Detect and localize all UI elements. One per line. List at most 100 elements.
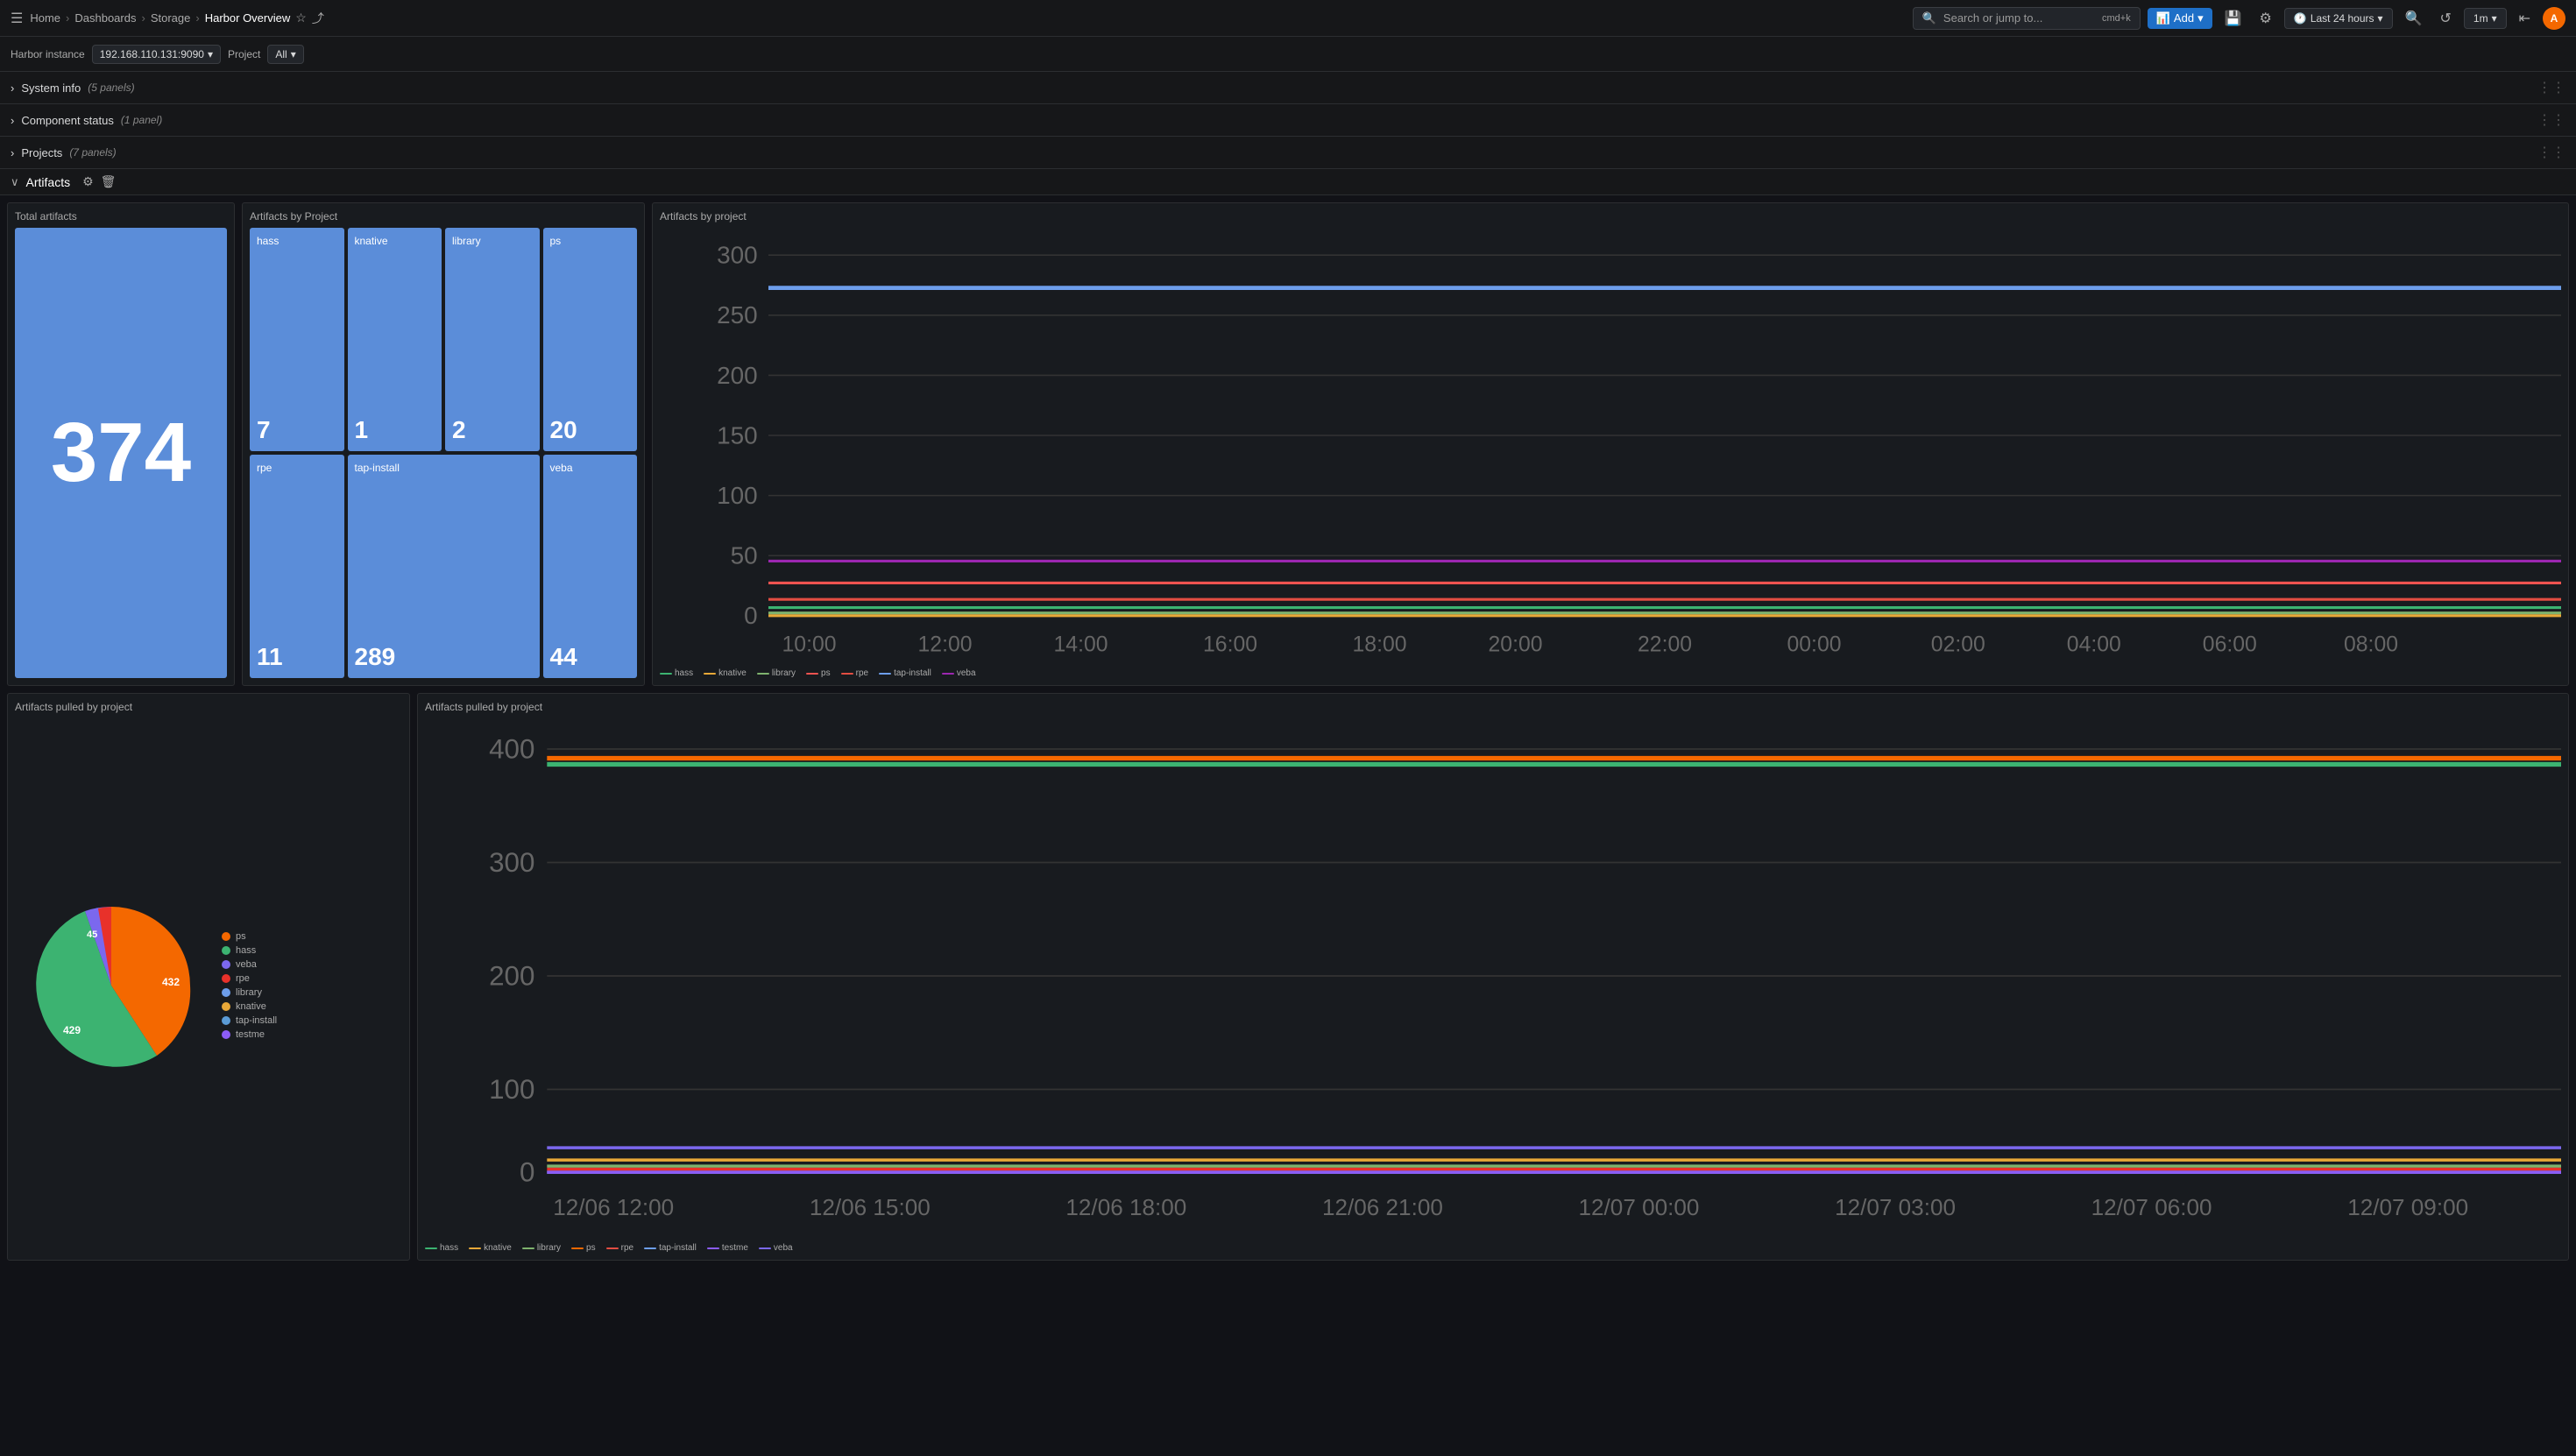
svg-text:250: 250 bbox=[717, 301, 758, 329]
section-system-info[interactable]: › System info (5 panels) ⋮⋮ bbox=[0, 72, 2576, 104]
legend-pulled-label-testme: testme bbox=[722, 1243, 748, 1253]
svg-text:20:00: 20:00 bbox=[1489, 632, 1543, 656]
time-range-button[interactable]: 🕐 Last 24 hours ▾ bbox=[2284, 8, 2393, 29]
legend-pulled-dot-ps bbox=[571, 1247, 584, 1249]
legend-dot-tap-install bbox=[879, 673, 891, 675]
svg-text:00:00: 00:00 bbox=[1787, 632, 1842, 656]
svg-text:0: 0 bbox=[520, 1156, 534, 1187]
pie-legend-rpe: rpe bbox=[222, 973, 277, 984]
legend-label-library: library bbox=[772, 668, 796, 678]
pie-legend-testme: testme bbox=[222, 1029, 277, 1040]
refresh-interval-button[interactable]: 1m ▾ bbox=[2464, 8, 2507, 29]
svg-text:22:00: 22:00 bbox=[1638, 632, 1692, 656]
breadcrumb-home[interactable]: Home bbox=[30, 11, 60, 25]
pulled-chart-legend: hass knative library ps rpe bbox=[425, 1243, 2561, 1253]
svg-text:10:00: 10:00 bbox=[782, 632, 837, 656]
project-select[interactable]: All ▾ bbox=[267, 45, 303, 64]
section-projects-meta: (7 panels) bbox=[69, 146, 116, 159]
pie-legend-tap-install: tap-install bbox=[222, 1015, 277, 1026]
pie-legend-library: library bbox=[222, 987, 277, 998]
section-projects-title: Projects bbox=[21, 146, 62, 159]
legend-tap-install: tap-install bbox=[879, 668, 931, 678]
total-artifacts-title: Total artifacts bbox=[15, 210, 227, 223]
svg-text:04:00: 04:00 bbox=[2067, 632, 2121, 656]
pie-legend-knative: knative bbox=[222, 1001, 277, 1012]
svg-text:12/07 00:00: 12/07 00:00 bbox=[1579, 1194, 1700, 1220]
legend-pulled-label-rpe: rpe bbox=[621, 1243, 633, 1253]
svg-text:12/06 18:00: 12/06 18:00 bbox=[1065, 1194, 1186, 1220]
proj-count-ps: 20 bbox=[550, 417, 631, 444]
pie-legend: ps hass veba rpe bbox=[222, 931, 277, 1040]
drag-handle-icon-3: ⋮⋮ bbox=[2537, 144, 2565, 161]
legend-pulled-dot-library bbox=[522, 1247, 534, 1249]
pie-dot-testme bbox=[222, 1030, 230, 1039]
pulled-chart-svg: 400 300 200 100 0 12/06 12:00 12/06 15:0… bbox=[425, 718, 2561, 1240]
svg-text:300: 300 bbox=[717, 241, 758, 268]
svg-text:12/07 09:00: 12/07 09:00 bbox=[2347, 1194, 2468, 1220]
time-range-label: Last 24 hours bbox=[2311, 12, 2374, 25]
proj-count-library: 2 bbox=[452, 417, 533, 444]
legend-pulled-label-ps: ps bbox=[586, 1243, 596, 1253]
proj-name-rpe: rpe bbox=[257, 462, 337, 474]
legend-pulled-hass: hass bbox=[425, 1243, 458, 1253]
artifacts-chart-legend: hass knative library ps rpe bbox=[660, 668, 2561, 678]
add-button[interactable]: 📊 Add ▾ bbox=[2148, 8, 2212, 29]
artifacts-section-header: ∨ Artifacts ⚙ 🗑 bbox=[0, 169, 2576, 195]
legend-label-veba: veba bbox=[957, 668, 976, 678]
pie-label-rpe: rpe bbox=[236, 973, 250, 984]
svg-text:12/07 06:00: 12/07 06:00 bbox=[2091, 1194, 2212, 1220]
harbor-instance-label: Harbor instance bbox=[11, 48, 85, 60]
section-projects[interactable]: › Projects (7 panels) ⋮⋮ bbox=[0, 137, 2576, 169]
project-tile-library: library 2 bbox=[445, 228, 540, 451]
clock-icon: 🕐 bbox=[2294, 12, 2307, 25]
save-button[interactable]: 💾 bbox=[2219, 6, 2247, 31]
settings-icon[interactable]: ⚙ bbox=[2254, 6, 2277, 31]
share-icon[interactable]: ⤴ bbox=[312, 10, 324, 27]
legend-pulled-testme: testme bbox=[707, 1243, 748, 1253]
legend-label-hass: hass bbox=[675, 668, 693, 678]
legend-pulled-veba: veba bbox=[759, 1243, 793, 1253]
svg-text:12/06 21:00: 12/06 21:00 bbox=[1322, 1194, 1443, 1220]
legend-pulled-label-veba: veba bbox=[774, 1243, 793, 1253]
pie-dot-veba bbox=[222, 960, 230, 969]
artifacts-collapse-icon[interactable]: ∨ bbox=[11, 175, 19, 189]
artifacts-delete-icon[interactable]: 🗑 bbox=[101, 174, 117, 189]
collapse-sidebar-icon[interactable]: ⇤ bbox=[2514, 6, 2536, 31]
refresh-icon[interactable]: ↺ bbox=[2434, 6, 2456, 31]
svg-text:02:00: 02:00 bbox=[1931, 632, 1985, 656]
harbor-value: 192.168.110.131:9090 bbox=[100, 48, 204, 60]
project-tile-knative: knative 1 bbox=[348, 228, 442, 451]
avatar[interactable]: A bbox=[2543, 7, 2565, 30]
artifacts-settings-icon[interactable]: ⚙ bbox=[82, 174, 94, 189]
svg-text:100: 100 bbox=[717, 482, 758, 509]
legend-rpe: rpe bbox=[841, 668, 868, 678]
section-system-info-title: System info bbox=[21, 81, 81, 95]
search-bar[interactable]: 🔍 Search or jump to... cmd+k bbox=[1913, 7, 2141, 30]
svg-text:0: 0 bbox=[744, 602, 758, 629]
breadcrumb-storage[interactable]: Storage bbox=[151, 11, 191, 25]
favorite-icon[interactable]: ☆ bbox=[295, 11, 307, 25]
section-collapse-icon: › bbox=[11, 81, 14, 95]
artifacts-by-project-chart-area: 300 250 200 150 100 50 0 10:00 12:00 14:… bbox=[660, 228, 2561, 665]
svg-text:429: 429 bbox=[63, 1024, 81, 1036]
pie-label-knative: knative bbox=[236, 1001, 266, 1012]
pie-svg: 432 429 45 bbox=[15, 898, 208, 1073]
search-shortcut: cmd+k bbox=[2102, 13, 2131, 24]
legend-pulled-tap-install: tap-install bbox=[644, 1243, 697, 1253]
legend-pulled-dot-veba bbox=[759, 1247, 771, 1249]
breadcrumb: Home › Dashboards › Storage › Harbor Ove… bbox=[30, 10, 1905, 27]
svg-text:50: 50 bbox=[731, 542, 758, 569]
section-component-status[interactable]: › Component status (1 panel) ⋮⋮ bbox=[0, 104, 2576, 137]
svg-text:06:00: 06:00 bbox=[2203, 632, 2257, 656]
legend-pulled-knative: knative bbox=[469, 1243, 512, 1253]
artifacts-by-project-chart-panel: Artifacts by project 300 250 200 150 bbox=[652, 202, 2569, 686]
svg-text:300: 300 bbox=[489, 847, 534, 878]
svg-text:400: 400 bbox=[489, 733, 534, 764]
artifacts-by-project-title: Artifacts by Project bbox=[250, 210, 637, 223]
harbor-instance-select[interactable]: 192.168.110.131:9090 ▾ bbox=[92, 45, 221, 64]
hamburger-menu-icon[interactable]: ☰ bbox=[11, 10, 23, 27]
interval-chevron-icon: ▾ bbox=[2492, 12, 2497, 25]
artifacts-pulled-pie-title: Artifacts pulled by project bbox=[15, 701, 402, 713]
zoom-out-icon[interactable]: 🔍 bbox=[2400, 6, 2428, 31]
breadcrumb-dashboards[interactable]: Dashboards bbox=[74, 11, 136, 25]
